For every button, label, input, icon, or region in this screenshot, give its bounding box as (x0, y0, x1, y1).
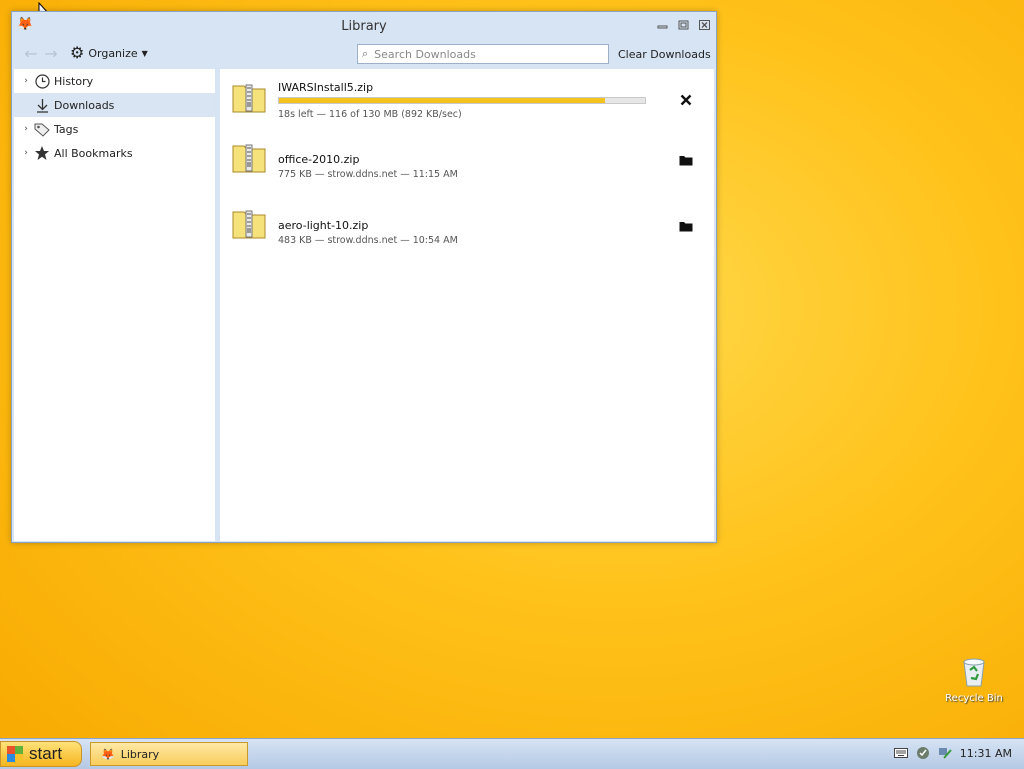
search-box[interactable]: ⌕ (357, 44, 609, 64)
taskbar-button-label: Library (120, 747, 160, 761)
download-filename: aero-light-10.zip (278, 219, 369, 232)
maximize-button[interactable] (676, 19, 691, 31)
sidebar-tree: › History Downloads › Tags › All Bookmar… (14, 69, 215, 541)
minimize-icon (657, 25, 668, 29)
progress-fill (279, 98, 606, 103)
library-window: 🦊 Library ← → ⚙ Organize ▼ ⌕ Clear Downl… (11, 11, 717, 543)
close-button[interactable] (697, 19, 712, 31)
sidebar-item-label: Downloads (54, 98, 115, 112)
download-status: 18s left — 116 of 130 MB (892 KB/sec) (278, 109, 462, 120)
organize-label: Organize (88, 46, 138, 60)
close-icon (699, 20, 710, 30)
download-status: 775 KB — strow.ddns.net — 11:15 AM (278, 169, 458, 180)
expand-chevron-icon[interactable]: › (20, 76, 32, 86)
window-controls (655, 19, 712, 31)
gear-icon: ⚙ (70, 43, 85, 62)
downloads-list: IWARSInstall5.zip 18s left — 116 of 130 … (220, 69, 714, 541)
taskbar-button-library[interactable]: 🦊 Library (90, 742, 248, 766)
zip-file-icon (232, 84, 266, 113)
taskbar: start 🦊 Library 11:31 AM (0, 738, 1024, 769)
sidebar-item-downloads[interactable]: Downloads (14, 93, 215, 117)
recycle-bin-shortcut[interactable]: Recycle Bin (943, 656, 1005, 704)
title-bar[interactable]: 🦊 Library (12, 12, 716, 40)
minimize-button[interactable] (655, 19, 670, 31)
window-title: Library (341, 19, 387, 34)
back-arrow-icon[interactable]: ← (22, 46, 40, 62)
zip-file-icon (232, 144, 266, 173)
folder-icon (679, 222, 693, 232)
forward-arrow-icon[interactable]: → (42, 46, 60, 62)
open-folder-button[interactable] (678, 218, 694, 234)
recycle-bin-label: Recycle Bin (945, 693, 1003, 704)
download-filename: IWARSInstall5.zip (278, 81, 374, 94)
sidebar-item-all-bookmarks[interactable]: › All Bookmarks (14, 141, 215, 165)
close-icon (680, 94, 692, 106)
expand-chevron-icon[interactable]: › (20, 124, 32, 134)
search-icon: ⌕ (362, 47, 369, 60)
sidebar-item-label: Tags (54, 122, 79, 136)
zip-file-icon (232, 210, 266, 239)
network-icon[interactable] (938, 746, 952, 760)
expand-chevron-icon[interactable]: › (20, 148, 32, 158)
download-filename: office-2010.zip (278, 153, 360, 166)
cancel-download-button[interactable] (678, 92, 694, 108)
keyboard-icon[interactable] (893, 746, 908, 760)
folder-icon (679, 156, 693, 166)
security-shield-icon[interactable] (916, 746, 930, 760)
start-button[interactable]: start (0, 741, 82, 767)
search-input[interactable] (372, 46, 597, 62)
maximize-icon (678, 20, 689, 30)
start-label: start (29, 744, 63, 763)
download-status: 483 KB — strow.ddns.net — 10:54 AM (278, 235, 458, 246)
sidebar-item-tags[interactable]: › Tags (14, 117, 215, 141)
organize-menu-button[interactable]: ⚙ Organize ▼ (70, 45, 148, 61)
star-icon (34, 145, 50, 161)
sidebar-item-history[interactable]: › History (14, 69, 215, 93)
download-item[interactable]: office-2010.zip 775 KB — strow.ddns.net … (220, 135, 714, 201)
download-arrow-icon (34, 97, 50, 113)
system-tray: 11:31 AM (893, 746, 1012, 760)
download-item[interactable]: IWARSInstall5.zip 18s left — 116 of 130 … (220, 69, 714, 135)
caret-down-icon: ▼ (141, 48, 148, 58)
sidebar-item-label: History (54, 74, 94, 88)
clear-downloads-button[interactable]: Clear Downloads (618, 48, 711, 61)
toolbar: ← → ⚙ Organize ▼ ⌕ Clear Downloads (12, 40, 716, 68)
clock-icon (34, 73, 50, 89)
clock[interactable]: 11:31 AM (960, 747, 1012, 760)
download-item[interactable]: aero-light-10.zip 483 KB — strow.ddns.ne… (220, 201, 714, 267)
windows-logo-icon (7, 746, 23, 762)
sidebar-item-label: All Bookmarks (54, 146, 133, 160)
firefox-icon: 🦊 (101, 747, 115, 761)
recycle-bin-icon (963, 658, 985, 687)
download-progress-bar (278, 97, 646, 104)
tag-icon (34, 121, 50, 137)
open-folder-button[interactable] (678, 152, 694, 168)
